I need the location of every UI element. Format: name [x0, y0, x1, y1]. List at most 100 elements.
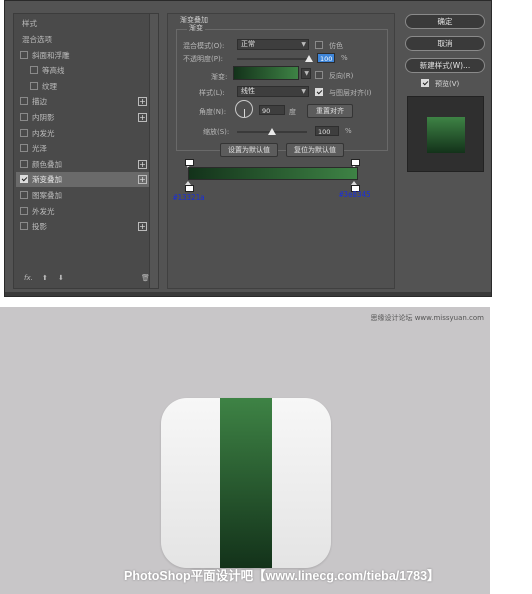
- add-effect-icon[interactable]: +: [138, 113, 147, 122]
- style-item-label: 投影: [32, 222, 47, 232]
- dialog-bottom-border: [5, 292, 491, 296]
- style-item-checkbox[interactable]: [20, 206, 28, 215]
- style-item[interactable]: 斜面和浮雕: [16, 48, 149, 63]
- style-label: 样式(L):: [199, 89, 225, 97]
- style-item-label: 混合选项: [22, 35, 52, 44]
- style-item-checkbox[interactable]: [20, 144, 28, 153]
- styles-header[interactable]: 样式: [16, 16, 149, 31]
- style-item-checkbox[interactable]: [30, 81, 38, 90]
- color-stop-right-hex: #3e8345: [339, 190, 371, 199]
- opacity-stop-left[interactable]: [185, 159, 194, 168]
- style-item-label: 渐变叠加: [32, 175, 62, 185]
- forum-watermark: 思缘设计论坛 www.missyuan.com: [370, 314, 484, 322]
- move-down-icon[interactable]: ⬇: [58, 274, 64, 282]
- style-item[interactable]: 混合选项: [16, 32, 149, 47]
- style-item[interactable]: 光泽: [16, 141, 149, 156]
- chevron-down-icon: ▼: [304, 70, 309, 77]
- color-stop-left[interactable]: [185, 181, 194, 192]
- style-item[interactable]: 内发光: [16, 126, 149, 141]
- style-item-checkbox[interactable]: [20, 191, 28, 199]
- preview-checkbox[interactable]: [421, 79, 429, 87]
- scale-slider-thumb[interactable]: [268, 128, 276, 135]
- style-item-label: 纹理: [42, 81, 57, 91]
- style-item-checkbox[interactable]: [20, 128, 28, 137]
- angle-dial[interactable]: [235, 100, 253, 118]
- preview-label: 预览(V): [435, 80, 460, 88]
- align-with-layer-label: 与图层对齐(I): [329, 89, 372, 97]
- gradient-overlay-panel: 渐变叠加 渐变 混合模式(O): 正常 ▼ 仿色 不透明度(P): 100 % …: [167, 13, 395, 289]
- gradient-label: 渐变:: [211, 73, 228, 81]
- scale-label: 缩放(S):: [203, 128, 230, 136]
- new-style-button[interactable]: 新建样式(W)...: [405, 58, 485, 73]
- style-item[interactable]: 颜色叠加 +: [16, 157, 149, 172]
- angle-unit: 度: [289, 108, 296, 116]
- trash-icon[interactable]: 🗑: [141, 274, 150, 282]
- chevron-down-icon: ▼: [301, 88, 306, 95]
- app-icon-rounded-square: [161, 398, 331, 568]
- blend-mode-label: 混合模式(O):: [183, 42, 225, 50]
- style-preview-thumbnail: [407, 96, 484, 172]
- blend-mode-select[interactable]: 正常 ▼: [237, 39, 309, 50]
- layer-style-dialog: 样式 混合选项斜面和浮雕 等高线纹理描边 + 内阴影 + 内发光光泽颜色叠加 + 渐变叠加 + 图…: [4, 0, 492, 297]
- style-item[interactable]: 内阴影 +: [16, 110, 149, 125]
- opacity-input[interactable]: 100: [317, 53, 335, 63]
- fx-icon[interactable]: fx.: [24, 274, 33, 282]
- reverse-checkbox[interactable]: [315, 71, 323, 79]
- style-item-label: 颜色叠加: [32, 159, 62, 169]
- style-item[interactable]: 等高线: [16, 63, 149, 78]
- align-with-layer-checkbox[interactable]: [315, 88, 323, 96]
- color-stop-right[interactable]: [351, 181, 360, 192]
- style-item-checkbox[interactable]: [20, 159, 28, 168]
- add-effect-icon[interactable]: +: [138, 97, 147, 107]
- style-item-checkbox[interactable]: [20, 50, 28, 59]
- gradient-group-box: 渐变 混合模式(O): 正常 ▼ 仿色 不透明度(P): 100 % 渐变: ▼…: [176, 23, 388, 151]
- add-effect-icon[interactable]: +: [138, 175, 147, 185]
- style-item-label: 图案叠加: [32, 191, 62, 200]
- angle-label: 角度(N):: [199, 108, 227, 116]
- styles-footer-toolbar: fx. ⬆ ⬇ 🗑: [16, 272, 150, 286]
- opacity-stop-right[interactable]: [351, 159, 360, 168]
- scale-unit: %: [345, 127, 352, 135]
- dither-label: 仿色: [329, 42, 343, 50]
- gradient-editor-bar[interactable]: [188, 167, 358, 180]
- gradient-preview-swatch[interactable]: [233, 66, 299, 80]
- add-effect-icon[interactable]: +: [138, 159, 147, 169]
- reset-align-button[interactable]: 重置对齐: [307, 104, 353, 118]
- style-item-checkbox[interactable]: [30, 66, 38, 75]
- style-item-checkbox[interactable]: [20, 222, 28, 231]
- move-up-icon[interactable]: ⬆: [42, 274, 48, 282]
- style-item-checkbox[interactable]: [20, 175, 28, 184]
- chevron-down-icon: ▼: [301, 41, 306, 48]
- style-item[interactable]: 描边 +: [16, 94, 149, 109]
- style-item[interactable]: 图案叠加: [16, 188, 149, 203]
- dither-checkbox[interactable]: [315, 41, 323, 49]
- opacity-unit: %: [341, 54, 348, 62]
- styles-list-scrollbar[interactable]: [149, 14, 158, 288]
- angle-input[interactable]: 90: [259, 105, 285, 115]
- style-select[interactable]: 线性 ▼: [237, 86, 309, 97]
- add-effect-icon[interactable]: +: [138, 222, 147, 232]
- style-item-checkbox[interactable]: [20, 97, 28, 106]
- style-item-label: 内阴影: [32, 113, 55, 122]
- style-item[interactable]: 渐变叠加 +: [16, 172, 149, 188]
- set-as-default-button[interactable]: 设置为默认值: [220, 143, 278, 157]
- style-item-checkbox[interactable]: [20, 113, 28, 121]
- styles-list-panel: 样式 混合选项斜面和浮雕 等高线纹理描边 + 内阴影 + 内发光光泽颜色叠加 + 渐变叠加 + 图…: [13, 13, 159, 289]
- scale-input[interactable]: 100: [315, 126, 339, 136]
- blend-mode-value: 正常: [241, 40, 255, 48]
- cancel-button[interactable]: 取消: [405, 36, 485, 51]
- reset-to-default-button[interactable]: 复位为默认值: [286, 143, 344, 157]
- style-item-label: 描边: [32, 97, 47, 107]
- styles-header-label: 样式: [22, 19, 37, 28]
- style-item-label: 内发光: [32, 128, 55, 138]
- style-item[interactable]: 外发光: [16, 204, 149, 219]
- style-item[interactable]: 纹理: [16, 79, 149, 94]
- opacity-label: 不透明度(P):: [183, 55, 224, 63]
- style-preview-swatch: [427, 117, 465, 153]
- gradient-picker-dropdown[interactable]: ▼: [301, 68, 311, 79]
- style-value: 线性: [241, 87, 255, 95]
- ok-button[interactable]: 确定: [405, 14, 485, 29]
- style-item[interactable]: 投影 +: [16, 219, 149, 234]
- opacity-slider-track[interactable]: [237, 58, 309, 60]
- opacity-slider-thumb[interactable]: [305, 55, 313, 62]
